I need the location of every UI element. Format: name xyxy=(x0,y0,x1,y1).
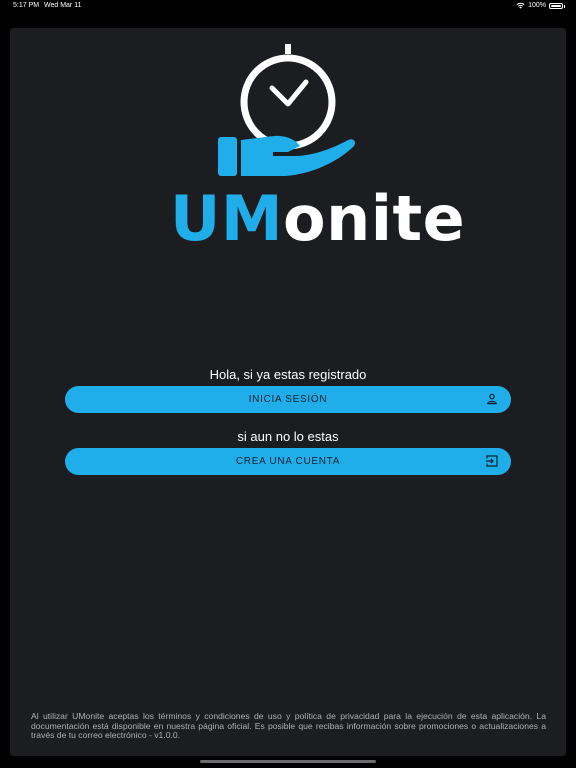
sign-in-icon xyxy=(486,455,498,467)
create-account-button-label: CREA UNA CUENTA xyxy=(235,456,341,467)
register-prompt: si aun no lo estas xyxy=(237,429,339,444)
status-date: Wed Mar 11 xyxy=(44,2,82,9)
brand-accent: UM xyxy=(170,182,284,255)
home-indicator[interactable] xyxy=(200,760,376,763)
wifi-icon xyxy=(516,2,525,9)
battery-icon xyxy=(549,2,565,9)
app-screen: UMonite Hola, si ya estas registrado INI… xyxy=(10,28,566,756)
create-account-button[interactable]: CREA UNA CUENTA xyxy=(65,448,511,475)
legal-disclaimer: Al utilizar UMonite aceptas los términos… xyxy=(31,711,546,741)
login-button-label: INICIA SESIÓN xyxy=(248,394,328,405)
app-logo: UMonite xyxy=(170,40,465,255)
login-prompt: Hola, si ya estas registrado xyxy=(209,367,367,382)
status-bar: 5:17 PM Wed Mar 11 100% xyxy=(0,0,576,14)
brand-rest: onite xyxy=(283,182,466,255)
clock-hand-icon xyxy=(218,44,355,176)
battery-percent: 100% xyxy=(528,2,546,9)
person-icon xyxy=(487,393,497,405)
brand-wordmark: UMonite xyxy=(170,188,465,250)
status-indicators: 100% xyxy=(516,2,565,9)
login-button[interactable]: INICIA SESIÓN xyxy=(65,386,511,413)
status-time: 5:17 PM xyxy=(13,2,40,9)
